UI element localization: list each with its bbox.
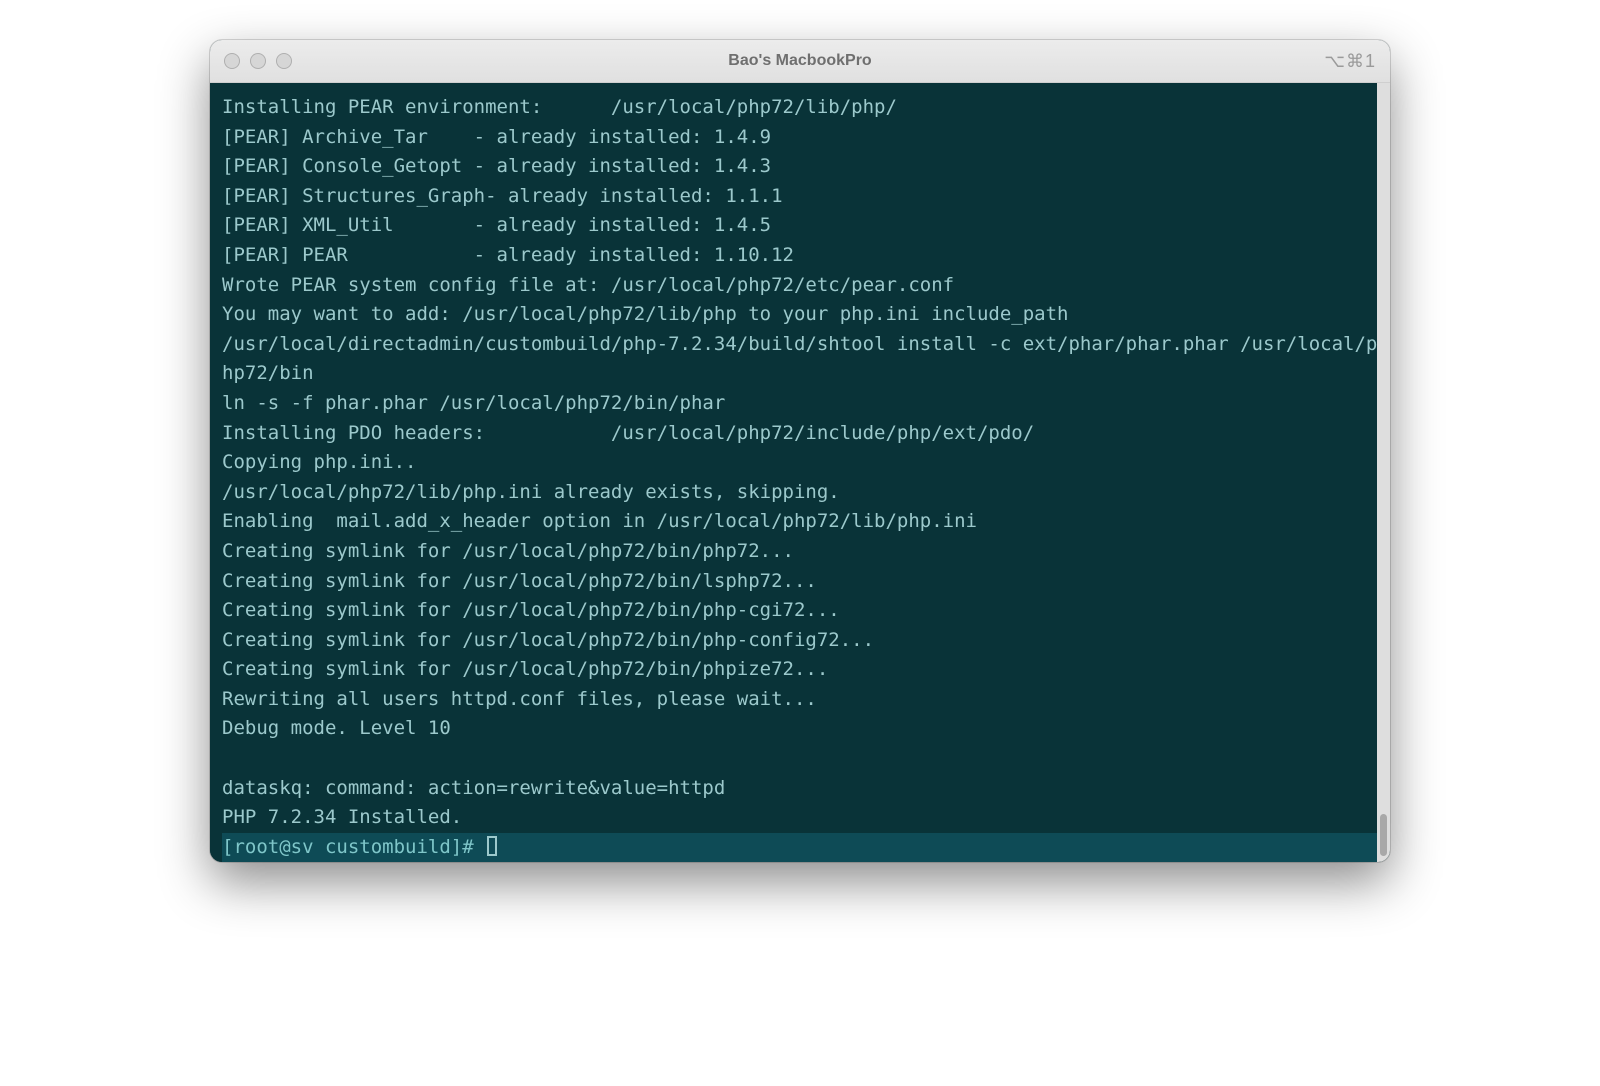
terminal-line: /usr/local/php72/lib/php.ini already exi… — [222, 478, 1377, 508]
terminal-line: You may want to add: /usr/local/php72/li… — [222, 300, 1377, 330]
cursor-icon — [487, 836, 497, 856]
terminal-line: Installing PDO headers: /usr/local/php72… — [222, 419, 1377, 449]
window-shortcut-hint: ⌥⌘1 — [1324, 51, 1376, 72]
prompt-line[interactable]: [root@sv custombuild]# — [222, 833, 1377, 863]
terminal-line: Installing PEAR environment: /usr/local/… — [222, 93, 1377, 123]
terminal-line: Creating symlink for /usr/local/php72/bi… — [222, 567, 1377, 597]
scrollbar-track[interactable] — [1377, 83, 1390, 862]
terminal-line: Creating symlink for /usr/local/php72/bi… — [222, 626, 1377, 656]
terminal-line: Enabling mail.add_x_header option in /us… — [222, 507, 1377, 537]
terminal-line: Creating symlink for /usr/local/php72/bi… — [222, 596, 1377, 626]
terminal-line: [PEAR] Console_Getopt - already installe… — [222, 152, 1377, 182]
terminal-output[interactable]: Installing PEAR environment: /usr/local/… — [210, 83, 1377, 862]
zoom-icon[interactable] — [276, 53, 292, 69]
window-title: Bao's MacbookPro — [210, 52, 1390, 70]
terminal-line: [PEAR] XML_Util - already installed: 1.4… — [222, 211, 1377, 241]
terminal-line: Copying php.ini.. — [222, 448, 1377, 478]
terminal-line: Creating symlink for /usr/local/php72/bi… — [222, 655, 1377, 685]
close-icon[interactable] — [224, 53, 240, 69]
terminal-line: [PEAR] Archive_Tar - already installed: … — [222, 123, 1377, 153]
terminal-line: [PEAR] Structures_Graph- already install… — [222, 182, 1377, 212]
terminal-line — [222, 744, 1377, 774]
terminal-line: ln -s -f phar.phar /usr/local/php72/bin/… — [222, 389, 1377, 419]
terminal-line: Creating symlink for /usr/local/php72/bi… — [222, 537, 1377, 567]
terminal-line: Debug mode. Level 10 — [222, 714, 1377, 744]
window-titlebar: Bao's MacbookPro ⌥⌘1 — [210, 40, 1390, 83]
terminal-line: Rewriting all users httpd.conf files, pl… — [222, 685, 1377, 715]
terminal-line: hp72/bin — [222, 359, 1377, 389]
shell-prompt: [root@sv custombuild]# — [222, 836, 485, 858]
terminal-line: [PEAR] PEAR - already installed: 1.10.12 — [222, 241, 1377, 271]
minimize-icon[interactable] — [250, 53, 266, 69]
scrollbar-thumb[interactable] — [1380, 814, 1387, 856]
window-controls — [224, 53, 292, 69]
terminal-line: /usr/local/directadmin/custombuild/php-7… — [222, 330, 1377, 360]
terminal-window: Bao's MacbookPro ⌥⌘1 Installing PEAR env… — [210, 40, 1390, 862]
terminal-line: Wrote PEAR system config file at: /usr/l… — [222, 271, 1377, 301]
terminal-line: PHP 7.2.34 Installed. — [222, 803, 1377, 833]
terminal-line: dataskq: command: action=rewrite&value=h… — [222, 774, 1377, 804]
